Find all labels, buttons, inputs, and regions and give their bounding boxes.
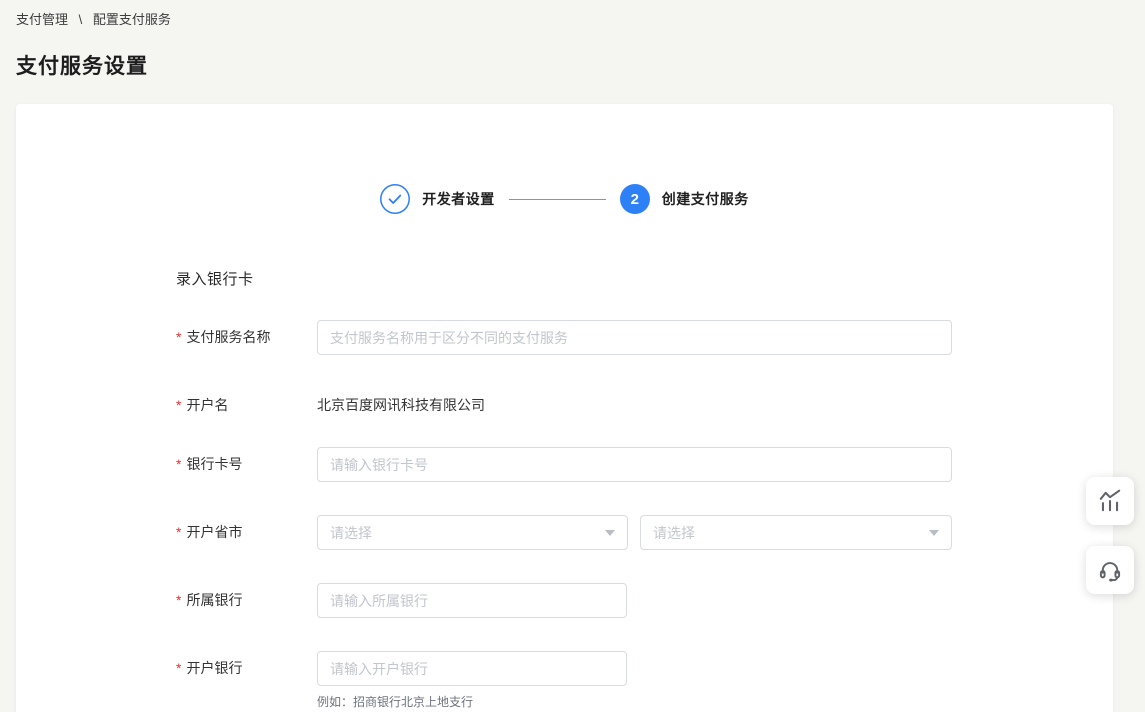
analytics-button[interactable] — [1086, 477, 1134, 525]
payment-service-name-input[interactable] — [317, 320, 952, 355]
breadcrumb-current: 配置支付服务 — [93, 12, 171, 27]
required-asterisk: * — [176, 660, 181, 676]
chart-analytics-icon — [1097, 488, 1123, 514]
field-payment-service-name: *支付服务名称 — [176, 320, 1113, 355]
required-asterisk: * — [176, 592, 181, 608]
step-label: 创建支付服务 — [662, 189, 749, 209]
field-label: *所属银行 — [176, 583, 317, 618]
page-title: 支付服务设置 — [16, 50, 148, 80]
step-developer-settings[interactable]: 开发者设置 — [380, 184, 495, 214]
field-label: *支付服务名称 — [176, 320, 317, 355]
support-button[interactable] — [1086, 546, 1134, 594]
required-asterisk: * — [176, 329, 181, 345]
step-number-badge: 2 — [620, 184, 650, 214]
breadcrumb-separator: \ — [79, 12, 83, 27]
step-completed-check-icon — [380, 184, 410, 214]
field-opening-bank: *开户银行 例如：招商银行北京上地支行 — [176, 651, 1113, 710]
required-asterisk: * — [176, 524, 181, 540]
required-asterisk: * — [176, 456, 181, 472]
bank-card-number-input[interactable] — [317, 447, 952, 482]
breadcrumb-parent[interactable]: 支付管理 — [16, 12, 68, 27]
field-account-name: *开户名 北京百度网讯科技有限公司 — [176, 388, 1113, 423]
breadcrumb: 支付管理 \ 配置支付服务 — [16, 12, 171, 28]
opening-bank-hint: 例如：招商银行北京上地支行 — [317, 693, 627, 710]
bank-card-form: 录入银行卡 *支付服务名称 *开户名 北京百度网讯科技有限公司 *银行卡号 *开… — [16, 268, 1113, 710]
field-affiliated-bank: *所属银行 — [176, 583, 1113, 618]
section-title: 录入银行卡 — [176, 268, 1113, 289]
headset-support-icon — [1097, 557, 1123, 583]
content-card: 开发者设置 2 创建支付服务 录入银行卡 *支付服务名称 *开户名 北京百度网讯… — [16, 104, 1113, 712]
stepper-connector-line — [509, 199, 606, 200]
field-label: *开户省市 — [176, 515, 317, 550]
field-label: *开户银行 — [176, 651, 317, 686]
chevron-down-icon — [929, 530, 939, 536]
stepper: 开发者设置 2 创建支付服务 — [16, 104, 1113, 214]
field-label: *银行卡号 — [176, 447, 317, 482]
affiliated-bank-input[interactable] — [317, 583, 627, 618]
chevron-down-icon — [605, 530, 615, 536]
step-create-payment-service: 2 创建支付服务 — [620, 184, 749, 214]
city-select[interactable]: 请选择 — [640, 515, 952, 550]
field-bank-card-number: *银行卡号 — [176, 447, 1113, 482]
province-select[interactable]: 请选择 — [317, 515, 628, 550]
opening-bank-input[interactable] — [317, 651, 627, 686]
account-name-value: 北京百度网讯科技有限公司 — [317, 388, 485, 423]
required-asterisk: * — [176, 397, 181, 413]
field-label: *开户名 — [176, 388, 317, 423]
floating-toolbar — [1086, 477, 1134, 594]
field-province-city: *开户省市 请选择 请选择 — [176, 515, 1113, 550]
step-label: 开发者设置 — [422, 189, 495, 209]
